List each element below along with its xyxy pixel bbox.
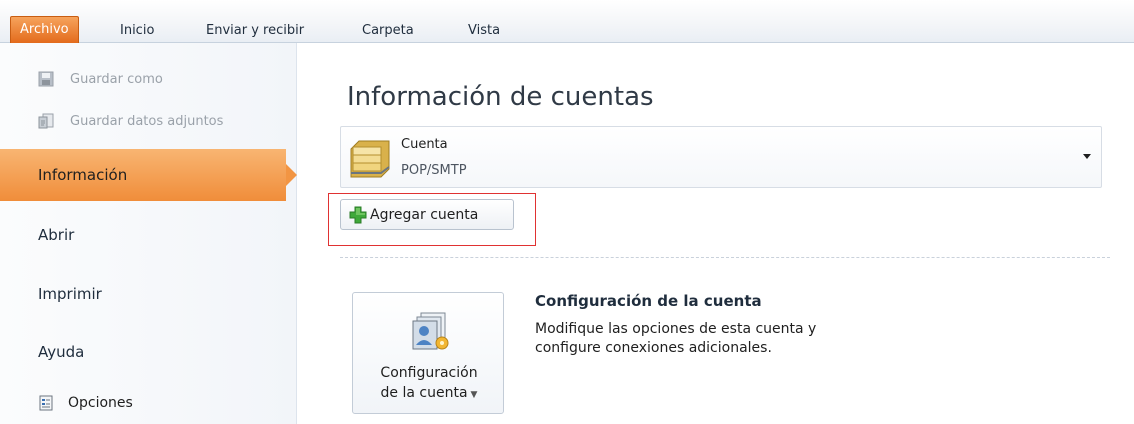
sidebar-item-imprimir[interactable]: Imprimir — [0, 268, 297, 320]
account-selector[interactable]: Cuenta POP/SMTP — [340, 126, 1102, 188]
chevron-down-icon[interactable] — [1083, 154, 1091, 159]
backstage-sidebar: Guardar como Guardar datos adjuntos Info… — [0, 43, 297, 424]
plus-icon — [349, 206, 367, 223]
account-settings-label-text: de la cuenta — [380, 385, 468, 401]
chevron-down-icon: ▼ — [470, 390, 478, 400]
account-settings-label-line2: de la cuenta ▼ — [353, 385, 505, 401]
account-settings-button[interactable]: Configuración de la cuenta ▼ — [352, 292, 504, 414]
tab-carpeta[interactable]: Carpeta — [362, 18, 414, 43]
save-as-label: Guardar como — [70, 71, 163, 87]
section-divider — [340, 257, 1110, 258]
page-title: Información de cuentas — [347, 82, 654, 112]
options-command[interactable]: Opciones — [38, 391, 133, 415]
account-settings-description: Modifique las opciones de esta cuenta y … — [535, 321, 817, 356]
add-account-label: Agregar cuenta — [370, 206, 479, 223]
tab-enviar-y-recibir[interactable]: Enviar y recibir — [206, 18, 304, 43]
save-attachments-label: Guardar datos adjuntos — [70, 113, 224, 129]
ribbon-tab-bar: Archivo Inicio Enviar y recibir Carpeta … — [0, 0, 1134, 43]
options-label: Opciones — [68, 395, 133, 411]
sidebar-item-label: Abrir — [38, 226, 75, 244]
sidebar-item-label: Imprimir — [38, 285, 102, 303]
account-settings-icon — [412, 312, 449, 350]
account-settings-label-line1: Configuración — [380, 365, 478, 381]
save-attachments-command[interactable]: Guardar datos adjuntos — [38, 109, 223, 133]
tab-inicio[interactable]: Inicio — [120, 18, 154, 43]
account-settings-heading: Configuración de la cuenta — [535, 292, 762, 310]
tab-vista[interactable]: Vista — [468, 18, 500, 43]
account-name: Cuenta — [401, 137, 448, 152]
options-icon — [39, 395, 53, 411]
account-type: POP/SMTP — [401, 163, 467, 178]
account-folder-icon — [350, 140, 390, 178]
sidebar-item-label: Ayuda — [38, 343, 85, 361]
save-as-command[interactable]: Guardar como — [38, 67, 163, 91]
sidebar-item-label: Información — [38, 166, 128, 184]
sidebar-item-abrir[interactable]: Abrir — [0, 209, 297, 261]
tab-archivo[interactable]: Archivo — [10, 16, 79, 43]
sidebar-item-informacion[interactable]: Información — [0, 149, 297, 201]
add-account-button[interactable]: Agregar cuenta — [340, 199, 514, 230]
attachment-icon — [38, 113, 54, 129]
save-as-icon — [38, 71, 54, 87]
sidebar-item-ayuda[interactable]: Ayuda — [0, 326, 297, 378]
